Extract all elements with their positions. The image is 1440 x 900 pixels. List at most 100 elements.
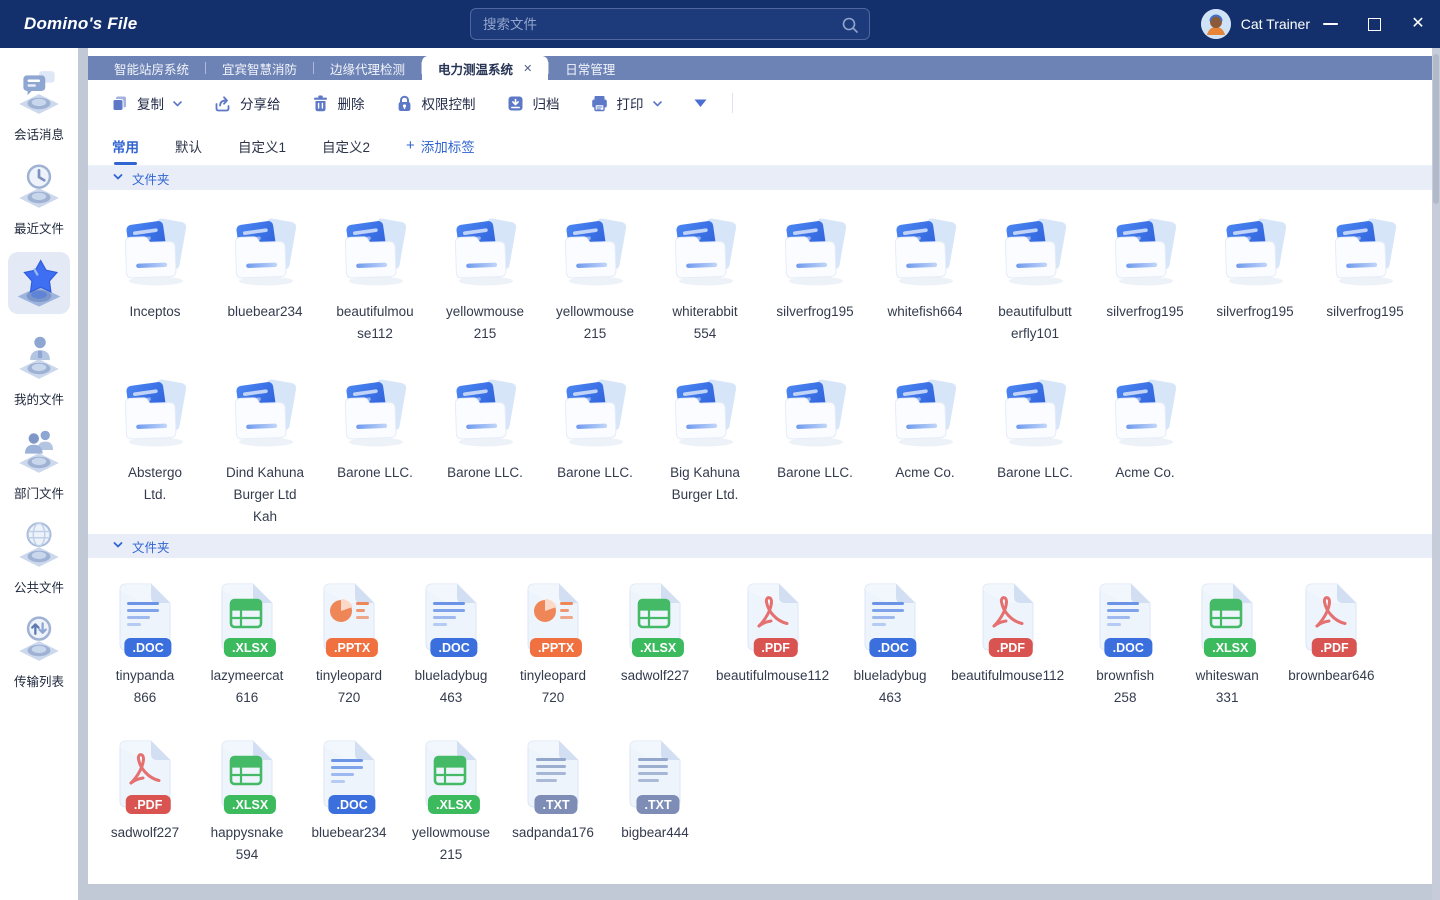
tab-close-icon[interactable]: ✕ [523,62,532,75]
document-tab[interactable]: 边缘代理检测 [314,56,421,80]
file-item[interactable]: .DOCbluebear234 [304,737,394,844]
file-ext-badge: .XLSX [632,638,684,657]
file-item[interactable]: .PDFbeautifulmouse112 [947,580,1068,687]
file-item[interactable]: .PDFbrownbear646 [1284,580,1378,687]
filter-tab[interactable]: 自定义1 [238,126,286,165]
folder-item[interactable]: silverfrog195 [760,212,870,323]
folder-item[interactable]: AbstergoLtd. [100,373,210,506]
chevron-down-icon [112,539,124,554]
search-icon [841,16,859,39]
vertical-scrollbar[interactable] [1432,48,1440,900]
folder-item[interactable]: silverfrog195 [1200,212,1310,323]
item-name: sadwolf227 [621,665,689,687]
maximize-button[interactable] [1352,0,1396,48]
section-title: 文件夹 [132,537,170,556]
archive-button[interactable]: 归档 [506,93,560,113]
file-icon: .TXT [522,737,584,814]
file-icon: .DOC [1094,580,1156,657]
file-item[interactable]: .DOCblueladybug463 [406,580,496,709]
file-item[interactable]: .XLSXhappysnake594 [202,737,292,866]
filter-tab[interactable]: 自定义2 [322,126,370,165]
folder-item[interactable]: Barone LLC. [980,373,1090,484]
folder-item[interactable]: Barone LLC. [760,373,870,484]
folder-item[interactable]: Dind KahunaBurger LtdKah [210,373,320,528]
file-item[interactable]: .XLSXlazymeercat616 [202,580,292,709]
section-header[interactable]: 文件夹 [88,166,1432,190]
file-item[interactable]: .DOCtinypanda866 [100,580,190,709]
print-button[interactable]: 打印 [590,93,663,113]
item-name: Barone LLC. [557,462,633,484]
file-icon: .PDF [977,580,1039,657]
file-item[interactable]: .XLSX sadwolf227 [610,580,700,687]
section-title: 文件夹 [132,169,170,188]
folder-item[interactable]: whitefish664 [870,212,980,323]
filter-tab[interactable]: 常用 [112,126,139,165]
folder-item[interactable]: yellowmouse215 [430,212,540,345]
search-input[interactable] [483,17,835,32]
minimize-button[interactable] [1308,0,1352,48]
perms-button[interactable]: 权限控制 [395,93,476,113]
folder-item[interactable]: silverfrog195 [1310,212,1420,323]
folder-item[interactable]: Inceptos [100,212,210,323]
sidebar-item-recent-files[interactable]: 最近文件 [4,152,74,246]
file-ext-badge: .TXT [637,795,680,814]
document-tab[interactable]: 日常管理 [549,56,631,80]
sidebar-item-label: 最近文件 [14,218,64,237]
minimize-icon [1323,23,1338,25]
folder-item[interactable]: Acme Co. [1090,373,1200,484]
search-box[interactable] [470,8,870,40]
sidebar-item-my-files[interactable]: 我的文件 [4,323,74,417]
trash-icon [311,94,330,113]
sidebar-item-label: 会话消息 [14,124,64,143]
folder-item[interactable]: whiterabbit554 [650,212,760,345]
sidebar-item-favorites[interactable] [4,246,74,323]
document-tab[interactable]: 智能站房系统 [98,56,205,80]
folder-item[interactable]: beautifulbutterfly101 [980,212,1090,345]
copy-button[interactable]: 复制 [110,93,183,113]
item-name: Barone LLC. [447,462,523,484]
user-block[interactable]: Cat Trainer [1201,0,1310,48]
sidebar-item-messages[interactable]: 会话消息 [4,58,74,152]
item-name: tinyleopard720 [316,665,382,709]
file-item[interactable]: .XLSXyellowmouse215 [406,737,496,866]
folder-item[interactable]: Barone LLC. [320,373,430,484]
file-icon: .XLSX [216,737,278,814]
section-header[interactable]: 文件夹 [88,534,1432,558]
file-icon: .DOC [859,580,921,657]
file-item[interactable]: .PPTXtinyleopard720 [508,580,598,709]
more-actions-button[interactable] [693,97,708,109]
folder-item[interactable]: Barone LLC. [430,373,540,484]
file-item[interactable]: .TXTsadpanda176 [508,737,598,844]
delete-button[interactable]: 删除 [311,93,365,113]
toolbar-button-label: 打印 [617,93,644,113]
sidebar-item-dept-files[interactable]: 部门文件 [4,417,74,511]
folder-item[interactable]: bluebear234 [210,212,320,323]
file-item[interactable]: .PDFsadwolf227 [100,737,190,844]
folder-item[interactable]: Acme Co. [870,373,980,484]
file-item[interactable]: .DOCblueladybug463 [845,580,935,709]
add-tag-button[interactable]: +添加标签 [406,136,475,156]
item-name: Inceptos [129,301,180,323]
filter-tabs: 常用默认自定义1 自定义2 +添加标签 [88,126,1432,166]
file-item[interactable]: .DOCbrownfish258 [1080,580,1170,709]
sidebar-item-public-files[interactable]: 公共文件 [4,511,74,605]
file-item[interactable]: .PDFbeautifulmouse112 [712,580,833,687]
filter-tab[interactable]: 默认 [175,126,202,165]
file-item[interactable]: .XLSXwhiteswan331 [1182,580,1272,709]
file-ext-badge: .DOC [430,638,477,657]
close-button[interactable]: ✕ [1396,0,1440,48]
document-tab[interactable]: 电力测温系统✕ [422,56,548,80]
folder-item[interactable]: Barone LLC. [540,373,650,484]
folder-item[interactable]: silverfrog195 [1090,212,1200,323]
sidebar-item-transfer-list[interactable]: 传输列表 [4,605,74,699]
folder-item[interactable]: yellowmouse215 [540,212,650,345]
item-name: bluebear234 [311,822,386,844]
scrollbar-thumb[interactable] [1433,54,1439,204]
file-item[interactable]: .TXTbigbear444 [610,737,700,844]
file-item[interactable]: .PPTXtinyleopard720 [304,580,394,709]
document-tab[interactable]: 宜宾智慧消防 [206,56,313,80]
tab-label: 宜宾智慧消防 [222,59,297,78]
folder-item[interactable]: Big KahunaBurger Ltd. [650,373,760,506]
folder-item[interactable]: beautifulmouse112 [320,212,430,345]
share-button[interactable]: 分享给 [213,93,281,113]
